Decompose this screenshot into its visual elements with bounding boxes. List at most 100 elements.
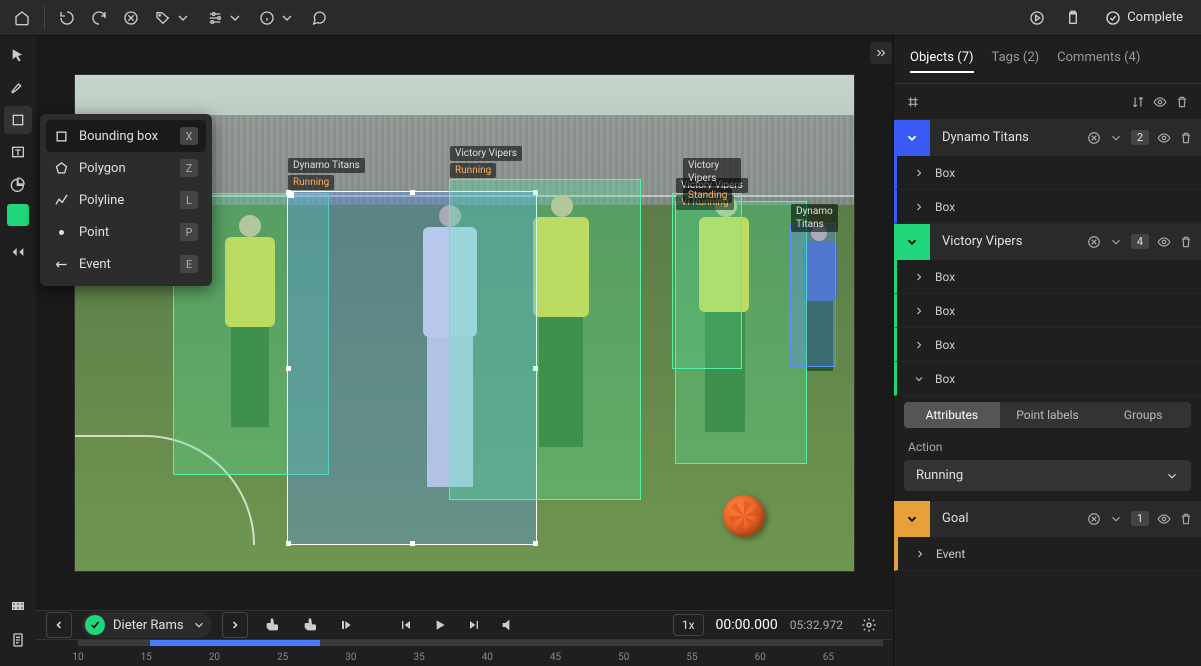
object-child[interactable]: Box (894, 260, 1201, 294)
object-child[interactable]: Box (894, 156, 1201, 190)
attribute-tabs: Attributes Point labels Groups (904, 402, 1191, 428)
attr-tab-pointlabels[interactable]: Point labels (1000, 402, 1096, 428)
play-button[interactable] (426, 611, 454, 639)
object-name: Victory Vipers (938, 234, 1079, 249)
thumbs-down-button[interactable] (258, 611, 286, 639)
brush-tool[interactable] (4, 74, 32, 102)
tool-shortcut: L (180, 191, 198, 209)
timeline-tick: 50 (618, 652, 629, 663)
object-count: 4 (1131, 234, 1149, 249)
sort-icon[interactable] (1131, 95, 1145, 109)
chevron-down-icon[interactable] (1109, 512, 1123, 526)
fast-forward-button[interactable] (334, 611, 362, 639)
info-dropdown[interactable] (253, 4, 301, 32)
right-panel: Objects (7) Tags (2) Comments (4) Dynamo… (893, 36, 1201, 666)
tool-popup: Bounding box X Polygon Z Polyline L Poin… (40, 114, 212, 286)
home-button[interactable] (8, 4, 36, 32)
redo-button[interactable] (85, 4, 113, 32)
prev-user-button[interactable] (46, 612, 72, 638)
timeline-tick: 40 (482, 652, 493, 663)
tool-shortcut: X (180, 127, 198, 145)
next-task-button[interactable] (1023, 4, 1051, 32)
tool-event[interactable]: Event E (46, 248, 206, 280)
trash-icon[interactable] (1179, 131, 1193, 145)
object-child[interactable]: Box (894, 190, 1201, 224)
comment-button[interactable] (305, 4, 333, 32)
object-group-header[interactable]: Victory Vipers 4 (894, 224, 1201, 260)
complete-label: Complete (1127, 10, 1183, 25)
object-child[interactable]: Box (894, 294, 1201, 328)
tags-dropdown[interactable] (149, 4, 197, 32)
timeline-tick: 10 (72, 652, 83, 663)
cursor-tool[interactable] (4, 42, 32, 70)
object-child[interactable]: Box (894, 362, 1201, 396)
complete-button[interactable]: Complete (1095, 6, 1193, 30)
bbox-label: Victory Vipers (450, 146, 522, 161)
tool-label: Polyline (79, 193, 170, 208)
tool-label: Polygon (79, 161, 170, 176)
delete-all-icon[interactable] (1175, 95, 1189, 109)
attr-tab-groups[interactable]: Groups (1095, 402, 1191, 428)
color-indicator (894, 120, 930, 156)
clear-icon[interactable] (1087, 131, 1101, 145)
visibility-all-icon[interactable] (1153, 95, 1167, 109)
object-child[interactable]: Event (894, 537, 1201, 571)
eye-icon[interactable] (1157, 131, 1171, 145)
skip-forward-button[interactable] (460, 611, 488, 639)
speed-selector[interactable]: 1x (673, 614, 704, 636)
undo-button[interactable] (53, 4, 81, 32)
object-count: 1 (1131, 511, 1149, 526)
timeline-tick: 20 (209, 652, 220, 663)
doc-tool[interactable] (4, 626, 32, 654)
text-tool[interactable] (4, 138, 32, 166)
prev-frame-tool[interactable] (4, 238, 32, 266)
user-chip[interactable]: Dieter Rams (82, 612, 212, 638)
tool-bounding-box[interactable]: Bounding box X (46, 120, 206, 152)
clear-icon[interactable] (1087, 235, 1101, 249)
trash-icon[interactable] (1179, 235, 1193, 249)
clear-icon[interactable] (1087, 512, 1101, 526)
bbox[interactable]: Victory Vipers Standing (672, 193, 742, 369)
bbox-tool[interactable] (4, 106, 32, 134)
chevron-down-icon[interactable] (1109, 131, 1123, 145)
tab-tags[interactable]: Tags (2) (992, 50, 1040, 73)
thumbs-up-button[interactable] (296, 611, 324, 639)
clipboard-button[interactable] (1059, 4, 1087, 32)
object-group-header[interactable]: Goal 1 (894, 501, 1201, 537)
attr-tab-attributes[interactable]: Attributes (904, 402, 1000, 428)
time-current: 00:00.000 (716, 617, 778, 633)
tool-polyline[interactable]: Polyline L (46, 184, 206, 216)
reset-button[interactable] (117, 4, 145, 32)
bbox[interactable]: Victory Vipers Running (449, 179, 641, 500)
panel-toolbar (894, 84, 1201, 120)
settings-gear-button[interactable] (855, 611, 883, 639)
user-name: Dieter Rams (113, 618, 184, 633)
object-group-header[interactable]: Dynamo Titans 2 (894, 120, 1201, 156)
settings-dropdown[interactable] (201, 4, 249, 32)
bbox[interactable]: Dynamo Titans (790, 223, 836, 367)
eye-icon[interactable] (1157, 512, 1171, 526)
chevron-down-icon[interactable] (1109, 235, 1123, 249)
timeline[interactable]: 101520253035404550556065 (36, 639, 893, 666)
child-label: Box (935, 200, 955, 214)
tab-comments[interactable]: Comments (4) (1057, 50, 1140, 73)
filter-icon[interactable] (906, 95, 920, 109)
bbox-attr: Running (450, 163, 496, 178)
color-swatch[interactable] (7, 204, 29, 226)
skip-back-button[interactable] (392, 611, 420, 639)
tool-shortcut: Z (180, 159, 198, 177)
volume-button[interactable] (494, 611, 522, 639)
object-child[interactable]: Box (894, 328, 1201, 362)
bbox-attr: Standing (683, 188, 732, 203)
grid-tool[interactable] (4, 594, 32, 622)
tab-objects[interactable]: Objects (7) (910, 50, 974, 73)
child-label: Box (935, 372, 955, 386)
collapse-panel-button[interactable] (870, 42, 892, 64)
attribute-select[interactable]: Running (904, 460, 1191, 491)
tool-polygon[interactable]: Polygon Z (46, 152, 206, 184)
trash-icon[interactable] (1179, 512, 1193, 526)
tool-point[interactable]: Point P (46, 216, 206, 248)
next-user-button[interactable] (222, 612, 248, 638)
shape-tool[interactable] (4, 170, 32, 198)
eye-icon[interactable] (1157, 235, 1171, 249)
